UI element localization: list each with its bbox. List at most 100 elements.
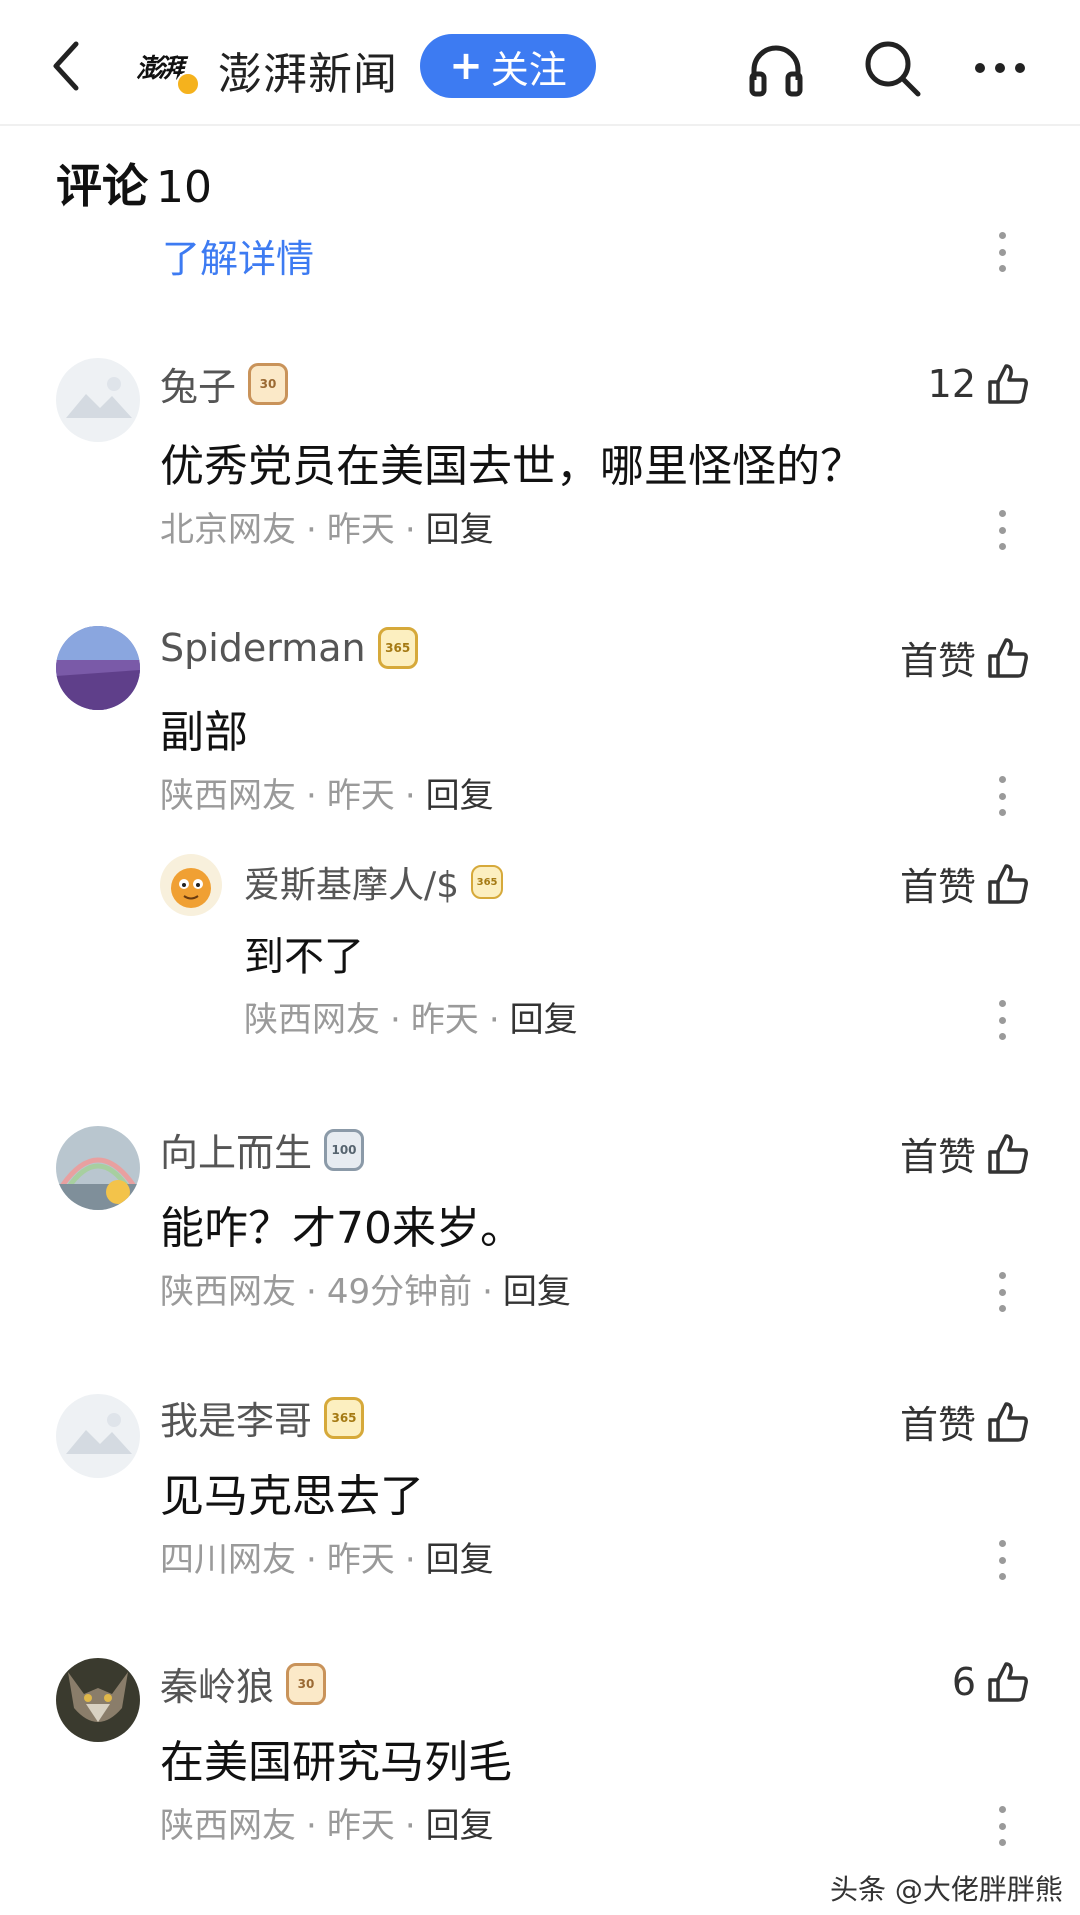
like-count: 首赞 [899, 639, 976, 683]
username-text: 兔子 [160, 365, 237, 409]
separator-dot: · [404, 776, 416, 816]
source-name[interactable]: 澎湃新闻 [218, 38, 398, 102]
separator-dot: · [390, 1000, 401, 1040]
more-options-icon[interactable] [968, 36, 1032, 100]
more-vertical-icon[interactable] [996, 232, 1008, 272]
more-vertical-icon[interactable] [996, 1540, 1008, 1580]
thumbs-up-icon [988, 1133, 1028, 1174]
like-count: 6 [951, 1660, 976, 1704]
timestamp: 昨天 [326, 510, 395, 550]
comment-text: 见马克思去了 [160, 1471, 424, 1522]
more-vertical-icon[interactable] [996, 1806, 1008, 1846]
avatar[interactable] [56, 358, 140, 442]
more-vertical-icon[interactable] [996, 1272, 1008, 1312]
follow-button[interactable]: + 关注 [420, 34, 596, 98]
region: 陕西网友 [160, 1272, 296, 1312]
search-icon[interactable] [860, 36, 924, 100]
username-text: 我是李哥 [160, 1399, 313, 1443]
more-vertical-icon[interactable] [996, 1000, 1008, 1040]
verified-icon [176, 72, 200, 96]
timestamp: 昨天 [326, 776, 395, 816]
plus-icon: + [449, 43, 483, 89]
thumbs-up-icon [988, 863, 1028, 904]
comment-meta: 陕西网友 · 49分钟前 · 回复 [160, 1264, 571, 1313]
timestamp: 昨天 [410, 1000, 479, 1040]
reply-button[interactable]: 回复 [426, 776, 494, 816]
region: 陕西网友 [244, 1000, 380, 1040]
more-vertical-icon[interactable] [996, 510, 1008, 550]
comment-text: 到不了 [244, 934, 364, 980]
comment-text: 能咋？才70来岁。 [160, 1203, 524, 1254]
thumbs-up-icon [988, 637, 1028, 678]
like-button[interactable]: 首赞 [900, 1394, 1030, 1449]
like-button[interactable]: 首赞 [900, 1126, 1030, 1181]
timestamp: 49分钟前 [326, 1272, 473, 1312]
learn-more-link[interactable]: 了解详情 [162, 228, 314, 283]
like-button[interactable]: 12 [928, 362, 1030, 406]
back-arrow-icon[interactable] [44, 38, 94, 94]
username[interactable]: 秦岭狼 30 [160, 1656, 327, 1711]
reply-button[interactable]: 回复 [426, 1540, 494, 1580]
avatar[interactable] [56, 626, 140, 710]
level-badge: 30 [286, 1662, 327, 1705]
region: 四川网友 [160, 1540, 296, 1580]
follow-label: 关注 [490, 47, 567, 92]
like-count: 首赞 [899, 1135, 976, 1179]
region: 北京网友 [160, 510, 296, 550]
level-badge: 365 [324, 1396, 365, 1439]
separator-dot: · [404, 1806, 416, 1846]
comment-meta: 四川网友 · 昨天 · 回复 [160, 1532, 494, 1581]
separator-dot: · [488, 1000, 500, 1040]
username[interactable]: 兔子 30 [160, 356, 289, 411]
headphones-icon[interactable] [744, 36, 808, 100]
like-button[interactable]: 首赞 [900, 856, 1030, 911]
username-text: Spiderman [160, 626, 366, 670]
level-badge: 365 [377, 627, 418, 669]
region: 陕西网友 [160, 776, 296, 816]
reply-button[interactable]: 回复 [503, 1272, 571, 1312]
reply-button[interactable]: 回复 [426, 510, 494, 550]
level-badge: 30 [248, 362, 289, 405]
comment-meta: 北京网友 · 昨天 · 回复 [160, 502, 494, 551]
more-vertical-icon[interactable] [996, 776, 1008, 816]
comments-heading: 评论 10 [56, 150, 212, 216]
comment-text: 优秀党员在美国去世，哪里怪怪的？ [160, 441, 864, 492]
thumbs-up-icon [988, 364, 1028, 404]
comments-title: 评论 [56, 159, 148, 213]
username-text: 爱斯基摩人/$ [244, 865, 460, 906]
comment-text: 副部 [160, 707, 248, 758]
comment-meta: 陕西网友 · 昨天 · 回复 [160, 1798, 494, 1847]
like-count: 12 [927, 362, 976, 406]
username[interactable]: 我是李哥 365 [160, 1390, 365, 1445]
like-count: 首赞 [899, 865, 976, 909]
timestamp: 昨天 [326, 1540, 395, 1580]
avatar[interactable] [160, 854, 222, 916]
username[interactable]: 爱斯基摩人/$ 365 [244, 856, 504, 908]
reply-button[interactable]: 回复 [510, 1000, 578, 1040]
level-badge: 365 [471, 865, 504, 899]
level-badge: 100 [324, 1128, 365, 1171]
username-text: 向上而生 [160, 1131, 313, 1175]
comment-meta: 陕西网友 · 昨天 · 回复 [244, 992, 578, 1041]
like-button[interactable]: 首赞 [900, 630, 1030, 685]
comment-text: 在美国研究马列毛 [160, 1737, 512, 1788]
avatar[interactable] [56, 1394, 140, 1478]
region: 陕西网友 [160, 1806, 296, 1846]
source-logo-text: 澎湃 [136, 54, 184, 84]
avatar[interactable] [56, 1126, 140, 1210]
separator-dot: · [306, 1272, 317, 1312]
username[interactable]: 向上而生 100 [160, 1122, 365, 1177]
comment-meta: 陕西网友 · 昨天 · 回复 [160, 768, 494, 817]
separator-dot: · [482, 1272, 493, 1312]
username[interactable]: Spiderman 365 [160, 626, 418, 670]
separator-dot: · [306, 1540, 317, 1580]
like-button[interactable]: 6 [952, 1660, 1030, 1704]
reply-button[interactable]: 回复 [426, 1806, 494, 1846]
username-text: 秦岭狼 [160, 1665, 275, 1709]
separator-dot: · [404, 510, 416, 550]
timestamp: 昨天 [326, 1806, 395, 1846]
separator-dot: · [306, 510, 317, 550]
avatar[interactable] [56, 1658, 140, 1742]
source-logo[interactable]: 澎湃 [136, 40, 206, 98]
comments-count: 10 [156, 162, 212, 213]
